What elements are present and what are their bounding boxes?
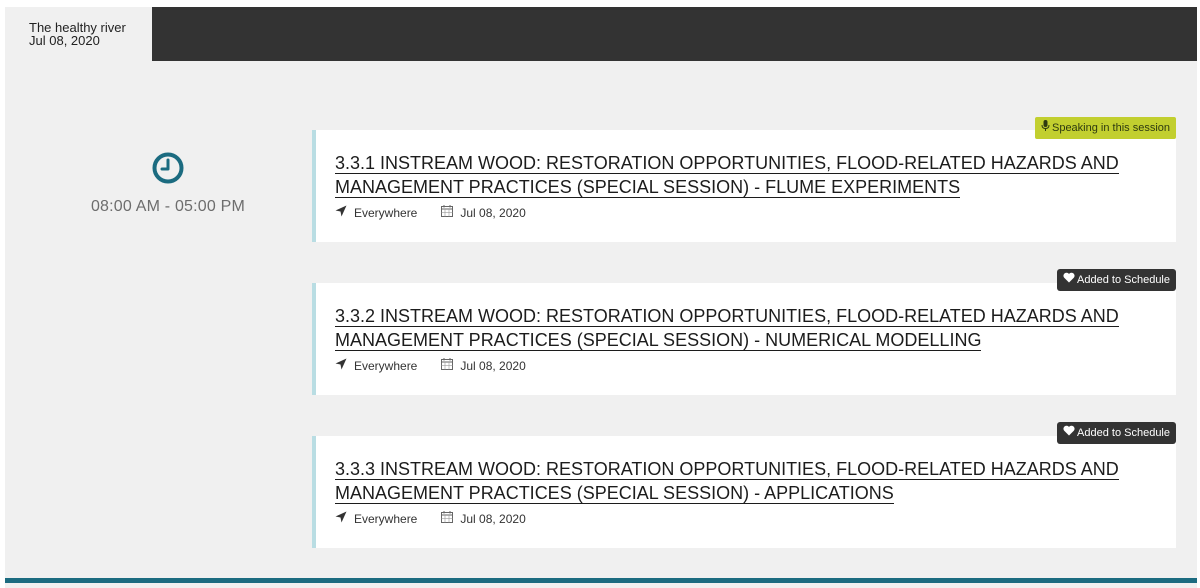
day-tab-date: Jul 08, 2020: [29, 33, 100, 48]
session-title-line: MANAGEMENT PRACTICES (SPECIAL SESSION) -…: [335, 483, 894, 504]
session-meta: Everywhere Jul 08, 2020: [335, 205, 550, 220]
bottom-accent-bar: [5, 578, 1197, 583]
calendar-icon: [441, 511, 460, 526]
calendar-icon: [441, 358, 460, 373]
badge-label: Speaking in this session: [1051, 122, 1170, 134]
location-label: Everywhere: [354, 358, 418, 373]
date-label: Jul 08, 2020: [460, 511, 526, 526]
session-title-line: 3.3.1 INSTREAM WOOD: RESTORATION OPPORTU…: [335, 153, 1119, 174]
location-arrow-icon: [335, 511, 354, 526]
session-title-line: 3.3.3 INSTREAM WOOD: RESTORATION OPPORTU…: [335, 459, 1119, 480]
day-tab-active[interactable]: The healthy river Jul 08, 2020: [5, 7, 152, 61]
session-title-line: MANAGEMENT PRACTICES (SPECIAL SESSION) -…: [335, 177, 961, 198]
session-title-link[interactable]: 3.3.3 INSTREAM WOOD: RESTORATION OPPORTU…: [335, 457, 1135, 505]
clock-icon: [152, 152, 184, 184]
added-to-schedule-badge[interactable]: Added to Schedule: [1057, 269, 1176, 291]
date-label: Jul 08, 2020: [460, 358, 526, 373]
location-arrow-icon: [335, 205, 354, 220]
session-location: Everywhere: [335, 205, 417, 220]
agenda-page: The healthy river Jul 08, 2020 08:00 AM …: [5, 7, 1197, 588]
location-label: Everywhere: [354, 511, 418, 526]
microphone-icon: [1041, 117, 1052, 139]
session-card[interactable]: Added to Schedule 3.3.3 INSTREAM WOOD: R…: [312, 422, 1176, 548]
session-card[interactable]: Speaking in this session 3.3.1 INSTREAM …: [312, 117, 1176, 242]
badge-label: Added to Schedule: [1077, 427, 1170, 439]
day-tabs-bar: The healthy river Jul 08, 2020: [5, 7, 1197, 61]
heart-icon: [1063, 422, 1077, 444]
session-location: Everywhere: [335, 358, 417, 373]
session-meta: Everywhere Jul 08, 2020: [335, 358, 550, 373]
session-title-line: MANAGEMENT PRACTICES (SPECIAL SESSION) -…: [335, 330, 982, 351]
session-date: Jul 08, 2020: [441, 205, 526, 220]
time-slot: 08:00 AM - 05:00 PM: [65, 152, 271, 216]
location-label: Everywhere: [354, 205, 418, 220]
session-card[interactable]: Added to Schedule 3.3.2 INSTREAM WOOD: R…: [312, 269, 1176, 395]
calendar-icon: [441, 205, 460, 220]
heart-icon: [1063, 269, 1077, 291]
date-label: Jul 08, 2020: [460, 205, 526, 220]
session-date: Jul 08, 2020: [441, 511, 526, 526]
location-arrow-icon: [335, 358, 354, 373]
session-date: Jul 08, 2020: [441, 358, 526, 373]
speaking-badge: Speaking in this session: [1034, 117, 1176, 139]
session-location: Everywhere: [335, 511, 417, 526]
badge-label: Added to Schedule: [1077, 274, 1170, 286]
time-range: 08:00 AM - 05:00 PM: [90, 198, 246, 215]
session-title-line: 3.3.2 INSTREAM WOOD: RESTORATION OPPORTU…: [335, 306, 1119, 327]
added-to-schedule-badge[interactable]: Added to Schedule: [1057, 422, 1176, 444]
session-meta: Everywhere Jul 08, 2020: [335, 511, 550, 526]
session-title-link[interactable]: 3.3.1 INSTREAM WOOD: RESTORATION OPPORTU…: [335, 151, 1135, 199]
session-title-link[interactable]: 3.3.2 INSTREAM WOOD: RESTORATION OPPORTU…: [335, 304, 1135, 352]
